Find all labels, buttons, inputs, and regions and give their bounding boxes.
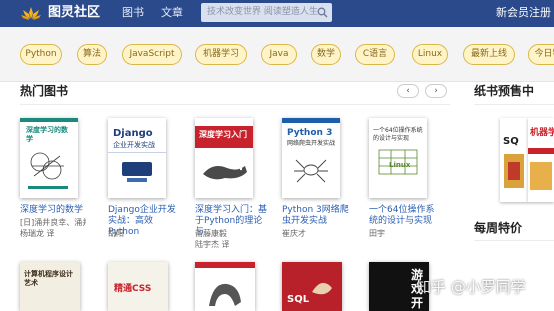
search-placeholder: 技术改变世界 阅读塑造人生 [207, 7, 318, 17]
tag-java[interactable]: Java [261, 44, 297, 65]
book-cover-6[interactable]: 计算机程序设计艺术 [20, 262, 80, 311]
hot-books-title: 热门图书 [20, 84, 69, 98]
watermark-text: 知乎 @小罗同学 [416, 278, 526, 296]
book-cover-subheading: 企业开发实战 [113, 141, 155, 149]
search-input[interactable]: 技术改变世界 阅读塑造人生 [201, 3, 332, 22]
book-cover-9[interactable]: SQL [282, 262, 342, 311]
book-cover-5[interactable]: 一个64位操作系统的设计与实现 Linux [369, 118, 427, 198]
next-button[interactable]: › [425, 84, 447, 98]
top-nav-bar: 图灵社区 图书 文章 技术改变世界 阅读塑造人生 新会员注册 [0, 0, 554, 27]
book-cover-art [195, 262, 255, 311]
book-cover-subheading: 网络爬虫开发实战 [287, 140, 336, 147]
presale-title: 纸书预售中 [474, 84, 535, 98]
tag-c-language[interactable]: C语言 [355, 44, 395, 65]
book-cover-1[interactable]: 深度学习的数学 [20, 118, 78, 198]
book-author-1: [日]涌井良幸、涌井… [20, 218, 86, 227]
presale-cover-1[interactable]: SQ [500, 118, 528, 202]
presale-cover-heading: SQ [503, 136, 519, 147]
tag-math[interactable]: 数学 [311, 44, 341, 65]
book-cover-heading: 深度学习入门 [199, 130, 247, 139]
tag-python[interactable]: Python [20, 44, 62, 65]
chevron-left-icon: ‹ [406, 86, 410, 96]
book-title-4[interactable]: Python 3网络爬虫开发实战 [282, 205, 352, 227]
tag-today-special[interactable]: 今日特 [528, 44, 554, 65]
tag-linux[interactable]: Linux [412, 44, 448, 65]
turing-logo-icon[interactable] [20, 5, 42, 21]
book-cover-subheading: Linux [389, 161, 411, 169]
presale-cover-heading: 机器学 [530, 128, 554, 138]
book-title-5[interactable]: 一个64位操作系统的设计与实现 [369, 205, 441, 227]
book-title-1[interactable]: 深度学习的数学 [20, 205, 86, 216]
presale-cover-2[interactable]: 机器学 [528, 118, 554, 202]
book-author-3: 斋藤康毅 [195, 229, 227, 238]
book-author-5: 田宇 [369, 229, 385, 238]
site-brand[interactable]: 图灵社区 [48, 4, 100, 22]
book-cover-heading: 深度学习的数学 [26, 126, 68, 143]
book-author-4: 崔庆才 [282, 229, 306, 238]
book-cover-heading: Django [113, 128, 153, 139]
tag-strip: Python 算法 JavaScript 机器学习 Java 数学 C语言 Li… [0, 27, 554, 82]
book-cover-2[interactable]: Django 企业开发实战 [108, 118, 166, 198]
book-cover-8[interactable] [195, 262, 255, 311]
section-divider [474, 240, 554, 241]
section-divider [474, 104, 554, 105]
book-cover-heading: 计算机程序设计艺术 [24, 270, 73, 287]
tag-machine-learning[interactable]: 机器学习 [195, 44, 247, 65]
book-translator-3: 陆宇杰 译 [195, 240, 230, 249]
prev-button[interactable]: ‹ [397, 84, 419, 98]
nav-books[interactable]: 图书 [122, 6, 144, 20]
weekly-deal-title: 每周特价 [474, 221, 523, 235]
tag-newest[interactable]: 最新上线 [463, 44, 515, 65]
book-author-2: 胡阳 [108, 229, 124, 238]
book-translator-1: 杨瑞龙 译 [20, 229, 55, 238]
tag-javascript[interactable]: JavaScript [122, 44, 182, 65]
nav-articles[interactable]: 文章 [161, 6, 183, 20]
book-cover-3[interactable]: 深度学习入门 [195, 118, 253, 198]
search-icon[interactable] [317, 7, 328, 18]
tag-algorithm[interactable]: 算法 [77, 44, 107, 65]
book-cover-heading: SQL [287, 294, 310, 305]
book-cover-heading: 一个64位操作系统的设计与实现 [373, 127, 423, 142]
book-cover-4[interactable]: Python 3 网络爬虫开发实战 [282, 118, 340, 198]
chevron-right-icon: › [434, 86, 438, 96]
book-cover-heading: 精通CSS [114, 284, 152, 294]
book-cover-heading: Python 3 [287, 128, 333, 138]
section-divider [20, 104, 450, 105]
presale-cover-art [500, 118, 528, 202]
book-cover-7[interactable]: 精通CSS [108, 262, 168, 311]
register-button[interactable]: 新会员注册 [496, 6, 551, 20]
